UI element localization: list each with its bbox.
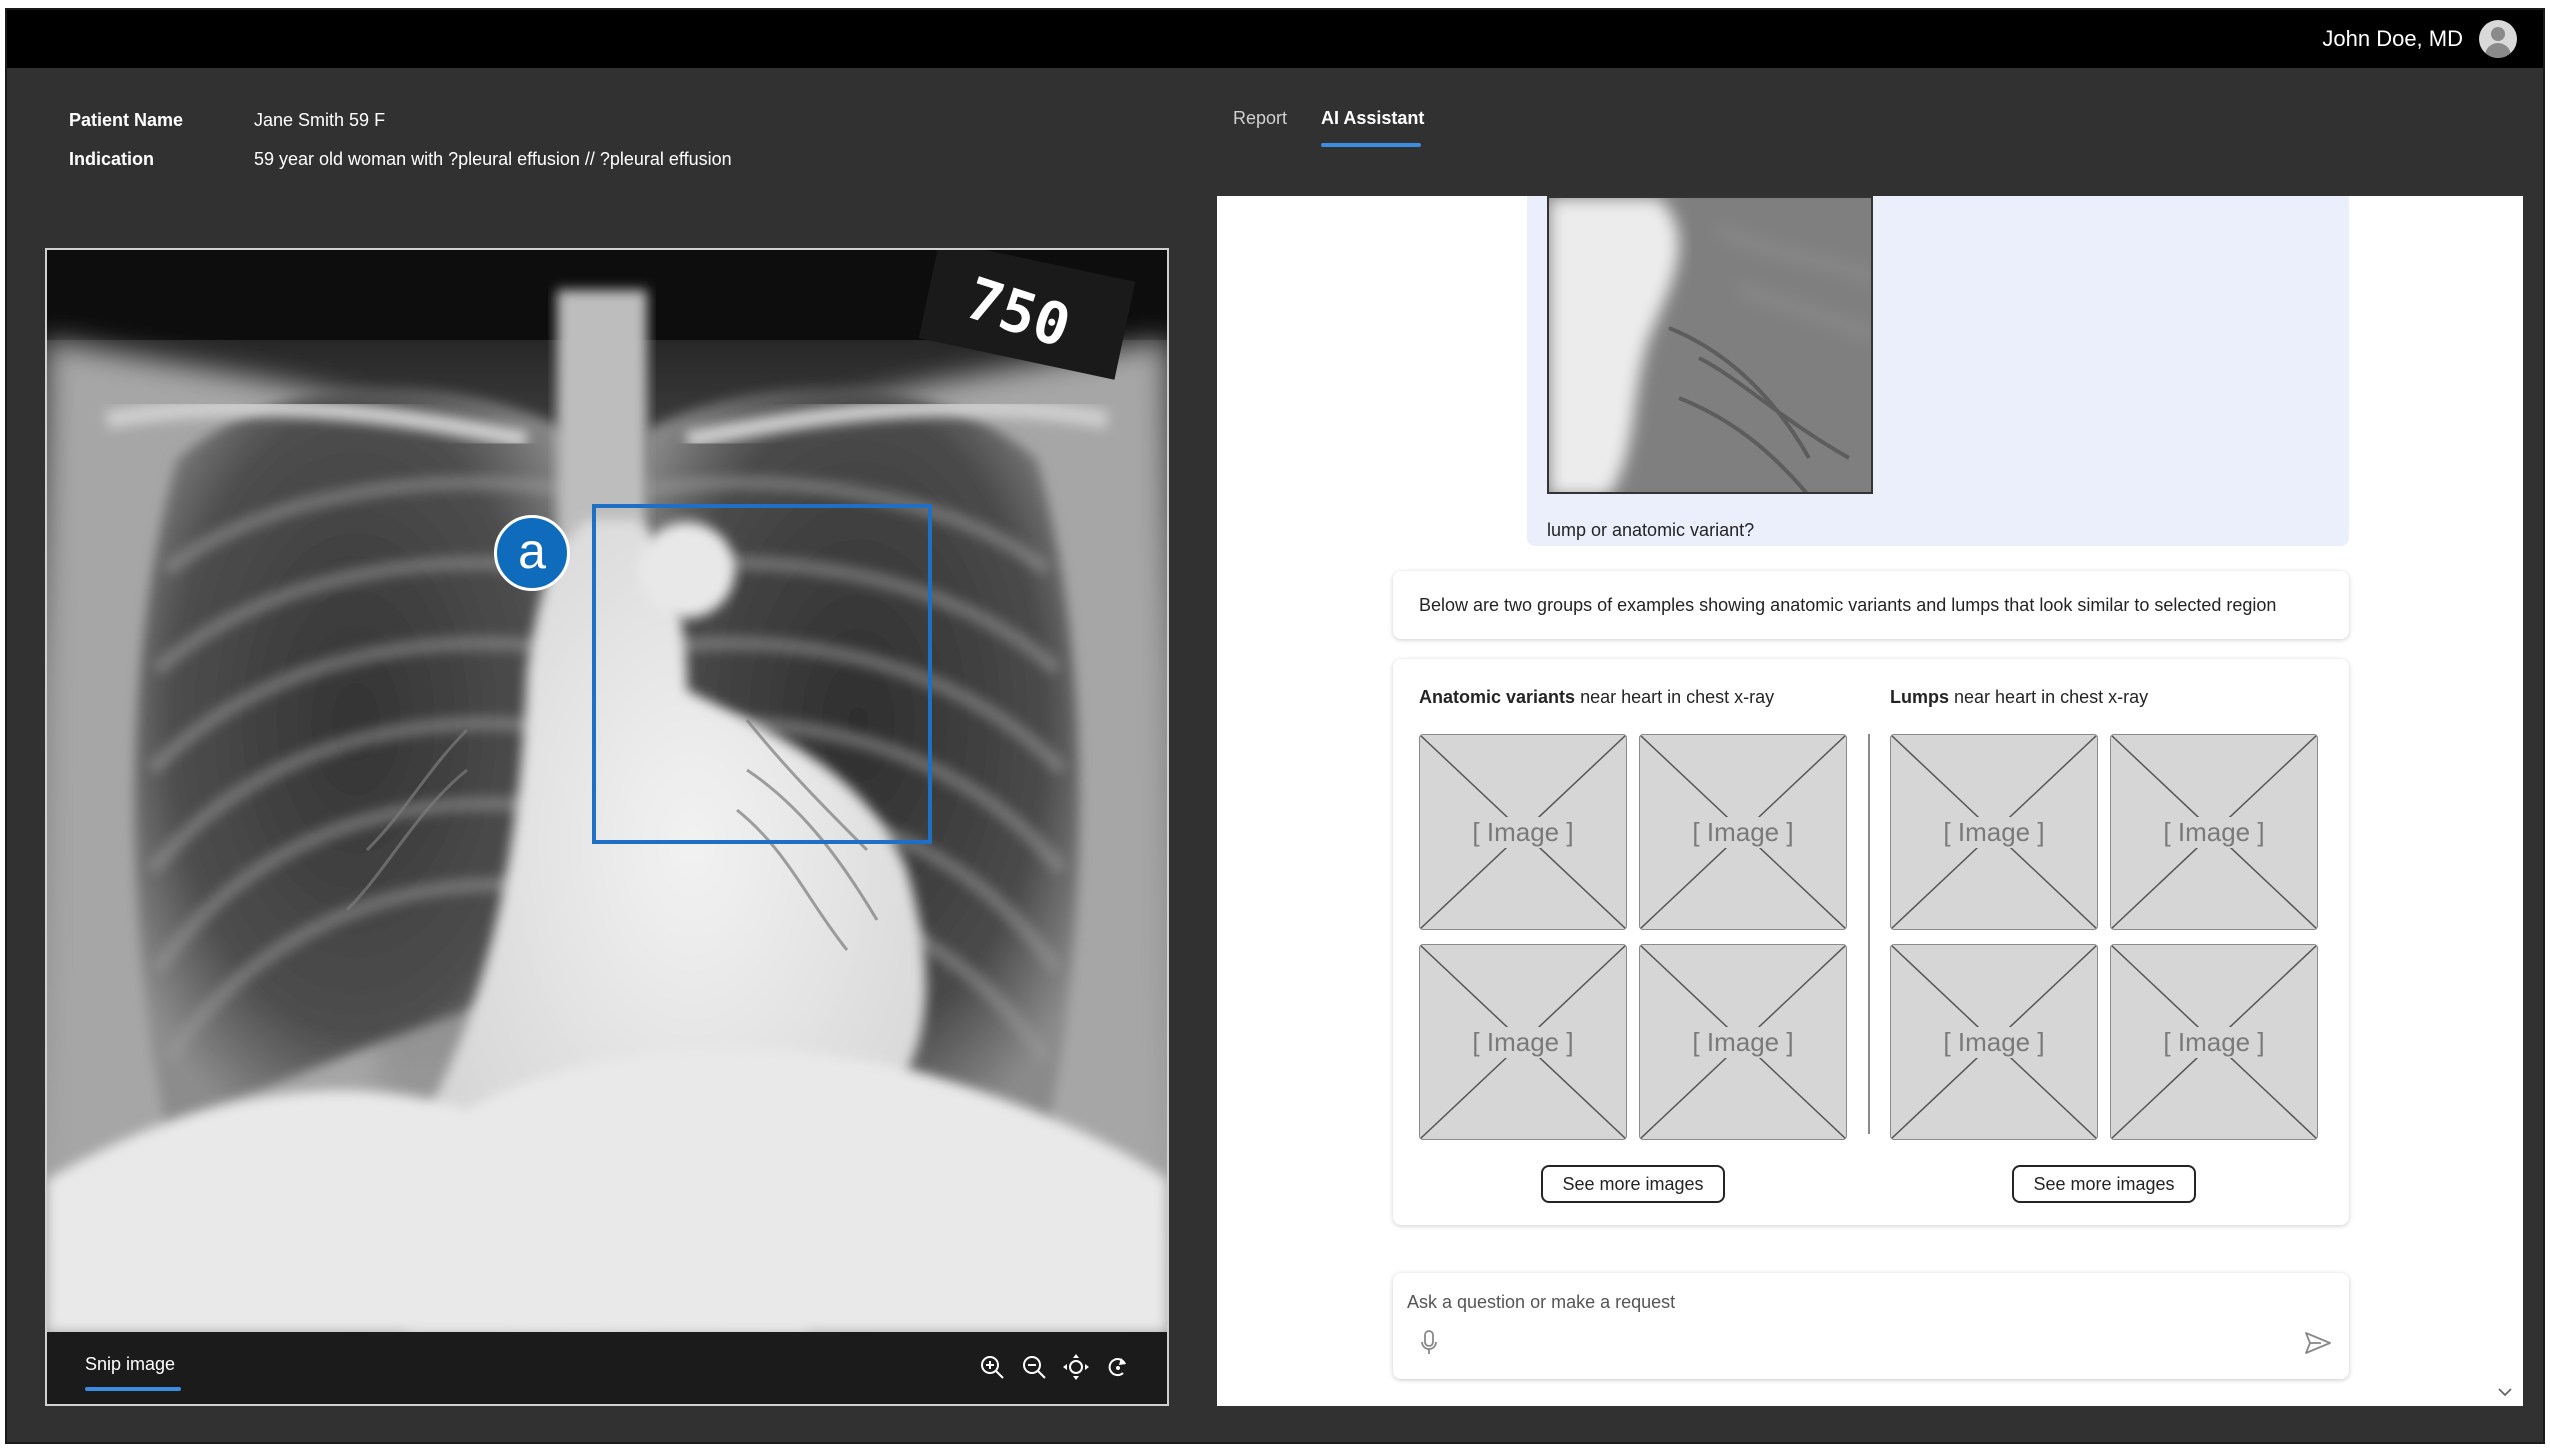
chevron-down-icon[interactable] xyxy=(2497,1386,2513,1398)
group-title-anatomic: Anatomic variants near heart in chest x-… xyxy=(1419,687,1774,708)
avatar[interactable] xyxy=(2479,20,2517,58)
ai-assistant-panel: lump or anatomic variant? Below are two … xyxy=(1217,196,2523,1406)
image-placeholder[interactable]: [ Image ] xyxy=(1890,734,2098,930)
tab-ai-assistant[interactable]: AI Assistant xyxy=(1321,108,1424,129)
avatar-head xyxy=(2491,27,2505,41)
avatar-body xyxy=(2485,43,2511,58)
group-title-bold: Lumps xyxy=(1890,687,1950,707)
image-placeholder[interactable]: [ Image ] xyxy=(1639,734,1847,930)
pan-icon[interactable] xyxy=(1061,1352,1091,1382)
chat-input[interactable] xyxy=(1407,1287,2307,1317)
image-placeholder[interactable]: [ Image ] xyxy=(2110,734,2318,930)
patient-name-label: Patient Name xyxy=(69,110,184,130)
example-groups-card: Anatomic variants near heart in chest x-… xyxy=(1393,659,2349,1225)
image-placeholder-label: [ Image ] xyxy=(1686,816,1800,848)
assistant-message-text: Below are two groups of examples showing… xyxy=(1419,595,2277,615)
tab-report[interactable]: Report xyxy=(1233,108,1287,129)
see-more-anatomic-button[interactable]: See more images xyxy=(1541,1165,1725,1203)
snip-tab-indicator xyxy=(85,1387,181,1391)
image-placeholder[interactable]: [ Image ] xyxy=(1419,734,1627,930)
image-placeholder[interactable]: [ Image ] xyxy=(2110,944,2318,1140)
active-tab-indicator xyxy=(1321,143,1421,147)
image-placeholder-label: [ Image ] xyxy=(1466,1026,1580,1058)
group-title-bold: Anatomic variants xyxy=(1419,687,1576,707)
image-placeholder-label: [ Image ] xyxy=(1937,1026,2051,1058)
group-title-rest: near heart in chest x-ray xyxy=(1949,687,2149,707)
send-icon[interactable] xyxy=(2303,1329,2333,1357)
indication-value: 59 year old woman with ?pleural effusion… xyxy=(254,149,732,169)
image-placeholder[interactable]: [ Image ] xyxy=(1419,944,1627,1140)
microphone-icon[interactable] xyxy=(1419,1329,1439,1357)
user-name: John Doe, MD xyxy=(2322,26,2463,51)
viewer-toolbar: Snip image xyxy=(47,1332,1167,1404)
snip-image-tab[interactable]: Snip image xyxy=(85,1354,175,1375)
user-message-text: lump or anatomic variant? xyxy=(1547,520,1755,540)
zoom-out-icon[interactable] xyxy=(1019,1352,1049,1382)
app-window: John Doe, MD Patient Name Jane Smith 59 … xyxy=(5,8,2545,1444)
chat-input-box xyxy=(1393,1273,2349,1379)
group-title-lumps: Lumps near heart in chest x-ray xyxy=(1890,687,2148,708)
callout-a: a xyxy=(494,515,570,591)
image-placeholder-label: [ Image ] xyxy=(2157,1026,2271,1058)
rotate-icon[interactable] xyxy=(1103,1352,1133,1382)
zoom-in-icon[interactable] xyxy=(977,1352,1007,1382)
image-placeholder-label: [ Image ] xyxy=(1466,816,1580,848)
indication-label: Indication xyxy=(69,149,154,169)
snipped-region-thumbnail[interactable] xyxy=(1547,196,1873,494)
patient-name-value: Jane Smith 59 F xyxy=(254,110,386,130)
group-title-rest: near heart in chest x-ray xyxy=(1575,687,1775,707)
snip-thumbnail-image xyxy=(1549,198,1871,492)
image-placeholder-label: [ Image ] xyxy=(1686,1026,1800,1058)
image-placeholder[interactable]: [ Image ] xyxy=(1890,944,2098,1140)
see-more-lumps-button[interactable]: See more images xyxy=(2012,1165,2196,1203)
xray-viewer[interactable]: 750 Snip image xyxy=(45,248,1169,1406)
image-placeholder-label: [ Image ] xyxy=(2157,816,2271,848)
image-placeholder-label: [ Image ] xyxy=(1937,816,2051,848)
image-placeholder[interactable]: [ Image ] xyxy=(1639,944,1847,1140)
assistant-message-bubble: Below are two groups of examples showing… xyxy=(1393,571,2349,639)
group-divider xyxy=(1868,734,1870,1134)
top-bar: John Doe, MD xyxy=(7,10,2543,68)
chest-xray-image: 750 xyxy=(47,250,1167,1332)
user-message-bubble: lump or anatomic variant? xyxy=(1527,196,2349,546)
